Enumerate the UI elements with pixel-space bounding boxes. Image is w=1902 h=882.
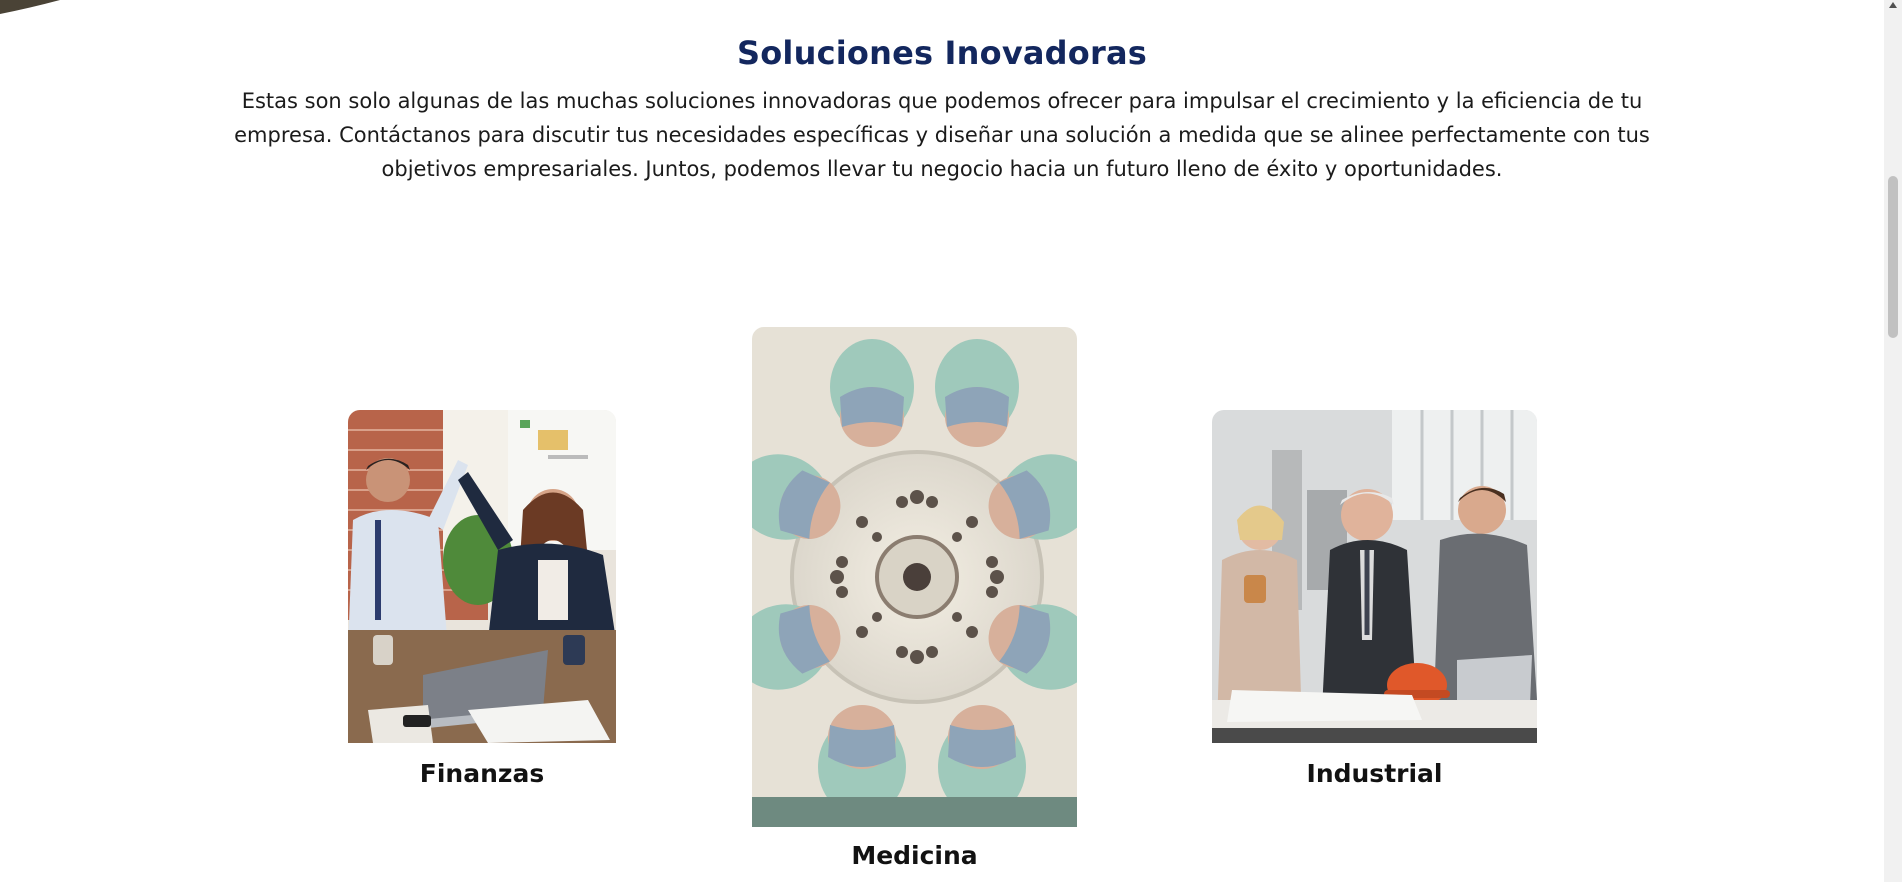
scroll-up-arrow-icon[interactable] [1889,2,1897,8]
solution-card-medicina[interactable]: Medicina [752,327,1077,870]
section-title: Soluciones Inovadoras [736,34,1147,72]
business-high-five-photo [348,410,616,743]
surgeons-circle-photo [752,327,1077,827]
card-label-industrial[interactable]: Industrial [1212,759,1537,788]
card-label-finanzas[interactable]: Finanzas [348,759,616,788]
industrial-engineers-photo [1212,410,1537,743]
scrollbar-thumb[interactable] [1888,176,1898,338]
solution-card-finanzas[interactable]: Finanzas [348,410,616,788]
card-label-medicina[interactable]: Medicina [752,841,1077,870]
section-description: Estas son solo algunas de las muchas sol… [234,89,1650,181]
solution-card-industrial[interactable]: Industrial [1212,410,1537,788]
decorative-corner-shape [0,0,60,14]
page-scrollbar[interactable] [1884,0,1902,882]
